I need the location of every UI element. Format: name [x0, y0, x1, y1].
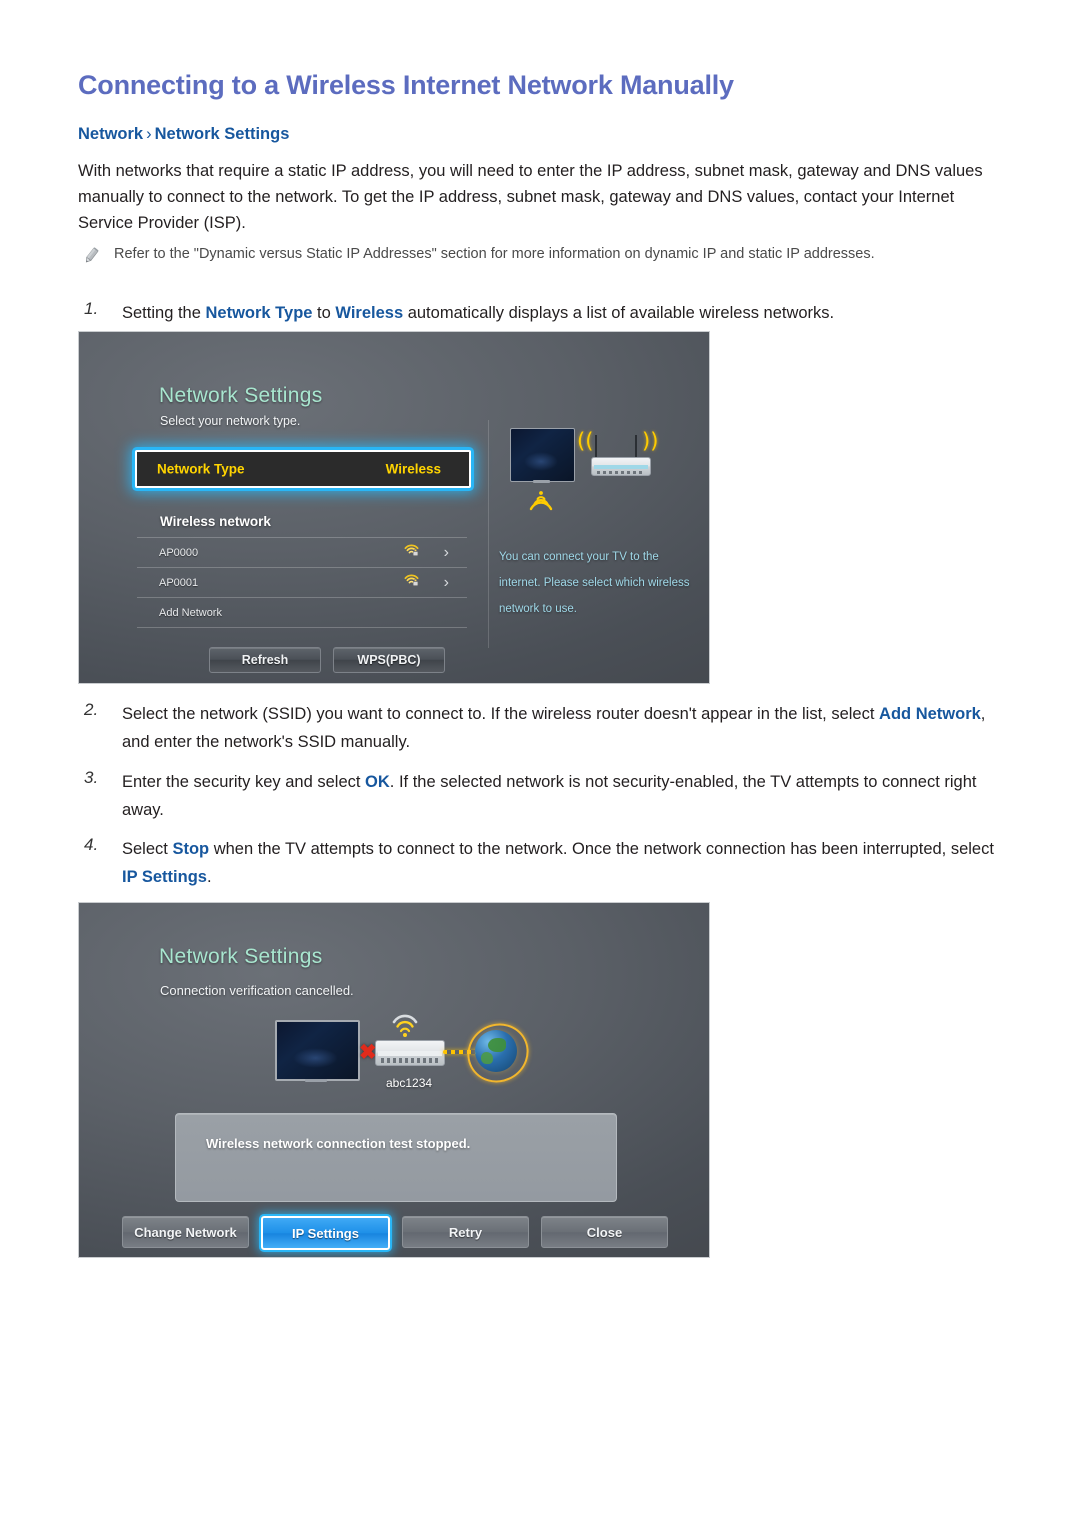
- step-2: 2. Select the network (SSID) you want to…: [78, 700, 1003, 756]
- breadcrumb-separator-icon: ›: [146, 125, 152, 143]
- breadcrumb-leaf: Network Settings: [154, 125, 290, 143]
- network-name: Add Network: [159, 606, 222, 619]
- tv-icon: [275, 1020, 360, 1081]
- tv1-side-text: You can connect your TV to the internet.…: [499, 551, 690, 615]
- x-mark-icon: ✖: [359, 1041, 377, 1064]
- step-2-text: Select the network (SSID) you want to co…: [122, 700, 1003, 756]
- intro-paragraph: With networks that require a static IP a…: [78, 162, 983, 232]
- step-keyword: OK: [365, 773, 390, 791]
- network-type-label: Network Type: [157, 461, 245, 477]
- step-1: 1. Setting the Network Type to Wireless …: [78, 299, 1003, 327]
- tv2-button-row: Change Network IP Settings Retry Close: [122, 1216, 668, 1250]
- step-text-part: Select: [122, 840, 173, 858]
- step-3: 3. Enter the security key and select OK.…: [78, 768, 1003, 824]
- router-icon: [591, 457, 651, 476]
- step-1-text: Setting the Network Type to Wireless aut…: [122, 299, 834, 327]
- tv-screenshot-network-settings-select: Network Settings Select your network typ…: [78, 331, 710, 684]
- chevron-right-icon: ›: [443, 573, 449, 591]
- step-keyword: IP Settings: [122, 868, 207, 886]
- step-3-number: 3.: [84, 768, 99, 787]
- step-4: 4. Select Stop when the TV attempts to c…: [78, 835, 1003, 891]
- tv1-heading: Network Settings: [159, 384, 323, 407]
- step-keyword: Network Type: [205, 304, 313, 322]
- status-message-box: Wireless network connection test stopped…: [175, 1113, 617, 1202]
- breadcrumb-root: Network: [78, 125, 144, 143]
- step-text-part: when the TV attempts to connect to the n…: [209, 840, 994, 858]
- step-text-part: automatically displays a list of availab…: [403, 304, 835, 322]
- refresh-button[interactable]: Refresh: [209, 647, 321, 673]
- step-text-part: .: [206, 868, 212, 886]
- network-type-row[interactable]: Network Type Wireless: [135, 450, 471, 488]
- tv2-heading: Network Settings: [159, 945, 323, 968]
- router-signal-right-icon: )): [642, 429, 659, 453]
- status-message-text: Wireless network connection test stopped…: [206, 1136, 471, 1151]
- router-icon: [375, 1040, 445, 1066]
- tv1-subtitle: Select your network type.: [160, 414, 301, 428]
- step-text-part: Setting the: [122, 304, 206, 322]
- step-4-text: Select Stop when the TV attempts to conn…: [122, 835, 1003, 891]
- pencil-icon: [80, 245, 102, 267]
- ip-settings-button[interactable]: IP Settings: [261, 1216, 390, 1250]
- tv-stand: [305, 1079, 327, 1082]
- wifi-lock-icon: [404, 573, 419, 592]
- router-antenna-left: [595, 435, 597, 459]
- retry-button[interactable]: Retry: [402, 1216, 529, 1248]
- router-wifi-icon: [391, 1014, 419, 1038]
- step-text-part: Select the network (SSID) you want to co…: [122, 705, 880, 723]
- step-keyword: Stop: [172, 840, 210, 858]
- tv-icon: [510, 428, 575, 482]
- step-4-number: 4.: [84, 835, 99, 854]
- panel-divider: [488, 420, 489, 648]
- network-name: AP0001: [159, 576, 199, 589]
- wireless-network-list: AP0000 › AP0001 › Add Network: [137, 537, 467, 628]
- step-keyword: Wireless: [335, 304, 404, 322]
- globe-orbit-icon: [457, 1012, 539, 1094]
- chevron-right-icon: ›: [443, 543, 449, 561]
- breadcrumb: Network › Network Settings: [78, 125, 289, 144]
- wireless-network-list-header: Wireless network: [160, 514, 271, 529]
- ssid-label: abc1234: [386, 1076, 433, 1090]
- list-item[interactable]: Add Network: [137, 597, 467, 628]
- wifi-signal-icon: [527, 487, 555, 511]
- router-signal-left-icon: ((: [577, 429, 594, 453]
- step-3-text: Enter the security key and select OK. If…: [122, 768, 1003, 824]
- page-title: Connecting to a Wireless Internet Networ…: [78, 70, 734, 100]
- router-antenna-right: [635, 435, 637, 459]
- step-text-part: to: [312, 304, 336, 322]
- tv1-button-row: Refresh WPS(PBC): [209, 647, 445, 673]
- manual-page: Connecting to a Wireless Internet Networ…: [0, 0, 1080, 1527]
- tv-screenshot-connection-cancelled: Network Settings Connection verification…: [78, 902, 710, 1258]
- step-text-part: Enter the security key and select: [122, 773, 366, 791]
- network-type-value: Wireless: [385, 461, 441, 477]
- list-item[interactable]: AP0001 ›: [137, 567, 467, 597]
- close-button[interactable]: Close: [541, 1216, 668, 1248]
- step-keyword: Add Network: [879, 705, 981, 723]
- note-block: Refer to the "Dynamic versus Static IP A…: [80, 243, 1005, 266]
- step-1-number: 1.: [84, 299, 99, 318]
- network-name: AP0000: [159, 546, 199, 559]
- list-item[interactable]: AP0000 ›: [137, 537, 467, 567]
- note-text: Refer to the "Dynamic versus Static IP A…: [114, 246, 875, 262]
- step-2-number: 2.: [84, 700, 99, 719]
- wifi-lock-icon: [404, 543, 419, 562]
- wps-pbc-button[interactable]: WPS(PBC): [333, 647, 445, 673]
- change-network-button[interactable]: Change Network: [122, 1216, 249, 1248]
- tv-stand: [533, 480, 550, 483]
- tv2-subtitle: Connection verification cancelled.: [160, 983, 354, 998]
